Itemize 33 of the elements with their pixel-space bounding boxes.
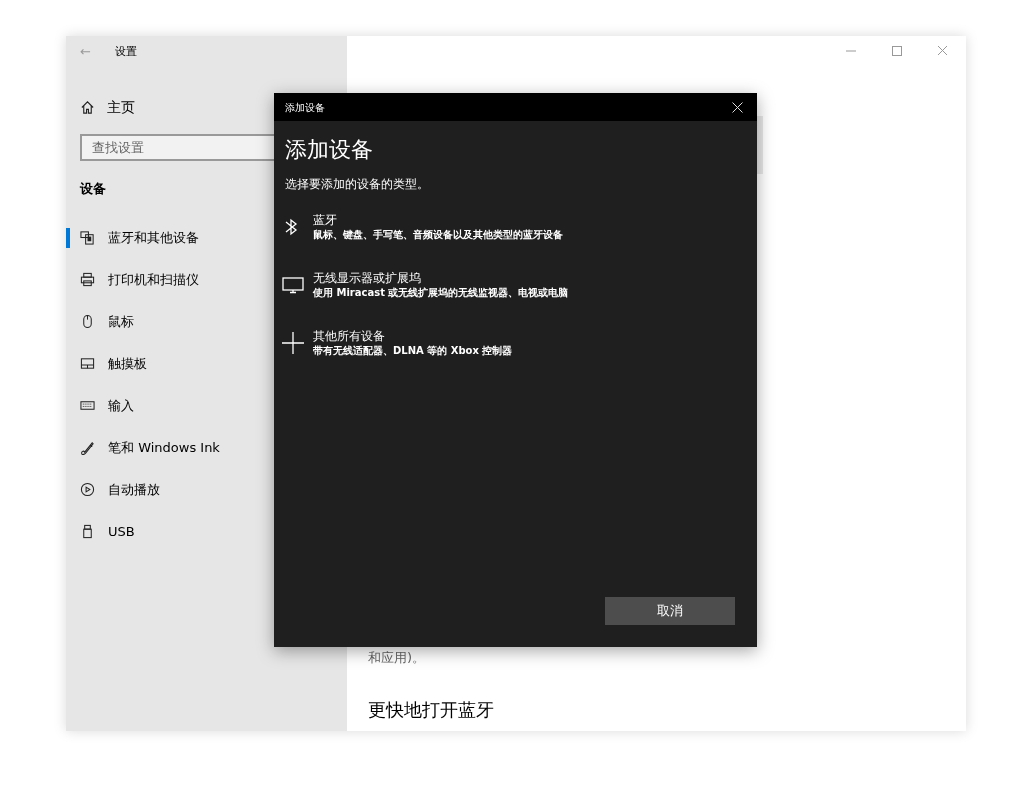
section-heading: 更快地打开蓝牙 [368,697,495,722]
dialog-title: 添加设备 [285,100,325,115]
device-type-option[interactable]: 蓝牙 鼠标、键盘、手写笔、音频设备以及其他类型的蓝牙设备 [274,213,694,241]
option-description: 使用 Miracast 或无线扩展坞的无线监视器、电视或电脑 [313,286,569,299]
keyboard-icon [80,398,95,413]
play-circle-icon [80,482,95,497]
sidebar-item[interactable]: 自动播放 [66,468,347,511]
device-type-option[interactable]: 无线显示器或扩展坞 使用 Miracast 或无线扩展坞的无线监视器、电视或电脑 [274,271,694,299]
home-icon [80,99,95,115]
home-link[interactable]: 主页 [107,96,135,118]
mouse-icon [80,314,95,329]
device-type-option[interactable]: 其他所有设备 带有无线适配器、DLNA 等的 Xbox 控制器 [274,329,694,357]
option-title: 其他所有设备 [313,329,386,344]
printer-icon [80,272,95,287]
paragraph-text: 和应用)。 [368,649,426,667]
sidebar-item[interactable]: 输入 [66,384,347,427]
dialog-prompt: 选择要添加的设备的类型。 [284,176,430,193]
cancel-button[interactable]: 取消 [605,597,735,625]
pen-icon [80,440,95,455]
window-title: 设置 [114,43,137,60]
close-icon[interactable] [732,101,743,113]
section-heading: 设备 [80,180,106,198]
usb-icon [80,524,95,539]
option-title: 蓝牙 [313,213,338,228]
sidebar-item[interactable]: 笔和 Windows Ink [66,426,347,469]
option-description: 鼠标、键盘、手写笔、音频设备以及其他类型的蓝牙设备 [313,228,563,241]
option-title: 无线显示器或扩展坞 [313,271,422,286]
touchpad-icon [80,356,95,371]
plus-icon [281,331,305,355]
devices-icon [80,230,95,245]
sidebar-item[interactable]: USB [66,510,347,553]
option-description: 带有无线适配器、DLNA 等的 Xbox 控制器 [313,344,513,357]
dialog-heading: 添加设备 [284,136,374,164]
